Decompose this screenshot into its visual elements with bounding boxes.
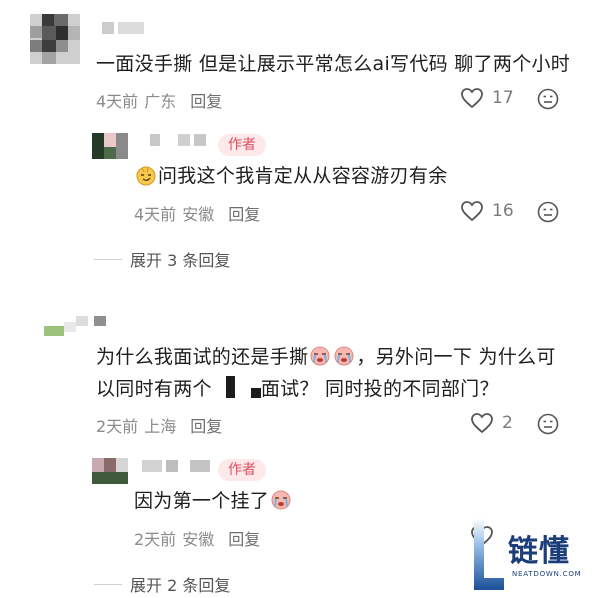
username[interactable] [150,134,206,146]
comment-time: 4天前 [96,92,139,111]
watermark-brand: 链懂 [508,534,570,569]
comment-location: 上海 [144,417,177,436]
reply-location: 安徽 [182,530,215,549]
avatar[interactable] [30,14,80,64]
avatar[interactable] [44,314,106,338]
comment-text-part: ，另外问一下 为什么可 [356,346,556,368]
comment-meta: 2天前 上海 回复 [96,413,222,437]
comment-line-1: 为什么我面试的还是手撕 ，另外问一下 为什么可 [96,341,566,373]
avatar[interactable] [92,458,128,484]
reply-text-wrap: 问我这个我肯定从从容容游刃有余 [134,160,448,192]
dislike-face-icon[interactable] [537,201,559,223]
comment-text-part: 以同时有两个 [96,378,212,400]
expand-replies-button[interactable]: 展开 2 条回复 [94,572,230,596]
dislike-face-icon[interactable] [537,413,559,435]
expand-replies-button[interactable]: 展开 3 条回复 [94,247,230,271]
expand-label: 展开 3 条回复 [130,251,231,270]
like-count: 17 [492,88,514,108]
like-button[interactable]: 2 [470,412,513,434]
like-count: 16 [492,201,514,221]
reply-text: 问我这个我肯定从从容容游刃有余 [158,165,448,187]
divider-line [94,583,122,585]
watermark-url: NEATDOWN.COM [512,570,582,578]
divider-line [94,258,122,260]
brand-l-logo-icon [474,518,504,590]
comment-time: 2天前 [96,417,139,436]
smirk-emoji-icon [136,166,156,186]
crying-emoji-icon [334,346,354,366]
username[interactable] [102,22,144,34]
author-tag: 作者 [218,459,266,481]
watermark-logo: 链懂 NEATDOWN.COM [472,512,592,594]
like-button[interactable]: 16 [460,200,514,222]
reply-time: 4天前 [134,205,177,224]
reply-text: 因为第一个挂了 [134,490,270,512]
heart-icon [461,201,483,222]
reply-button[interactable]: 回复 [228,201,260,225]
like-count: 2 [502,413,513,433]
avatar[interactable] [92,133,128,159]
dislike-face-icon[interactable] [537,88,559,110]
reply-meta: 2天前 安徽 回复 [134,526,260,550]
reply-button[interactable]: 回复 [190,413,222,437]
heart-icon [471,413,493,434]
username[interactable] [142,460,210,472]
heart-icon [461,88,483,109]
reply-text-wrap: 因为第一个挂了 [134,485,293,517]
comment-location: 广东 [144,92,177,111]
author-tag: 作者 [218,134,266,156]
redaction-block [225,376,235,398]
comment-text-part: 为什么我面试的还是手撕 [96,346,309,368]
comment-meta: 4天前 广东 回复 [96,88,222,112]
expand-label: 展开 2 条回复 [130,576,231,595]
like-button[interactable]: 17 [460,87,514,109]
redaction-block [250,388,261,398]
reply-time: 2天前 [134,530,177,549]
comment-line-2: 以同时有两个 面试？ 同时投的不同部门？ [96,373,566,405]
reply-button[interactable]: 回复 [228,526,260,550]
reply-meta: 4天前 安徽 回复 [134,201,260,225]
comment-text-wrap: 为什么我面试的还是手撕 ，另外问一下 为什么可 以同时有两个 面试？ 同时投的不同… [96,341,566,405]
reply-button[interactable]: 回复 [190,88,222,112]
comment-text-part: 面试？ 同时投的不同部门？ [260,378,499,400]
crying-emoji-icon [310,346,330,366]
comment-text: 一面没手撕 但是让展示平常怎么ai写代码 聊了两个小时 [96,53,571,75]
crying-emoji-icon [271,490,291,510]
reply-location: 安徽 [182,205,215,224]
